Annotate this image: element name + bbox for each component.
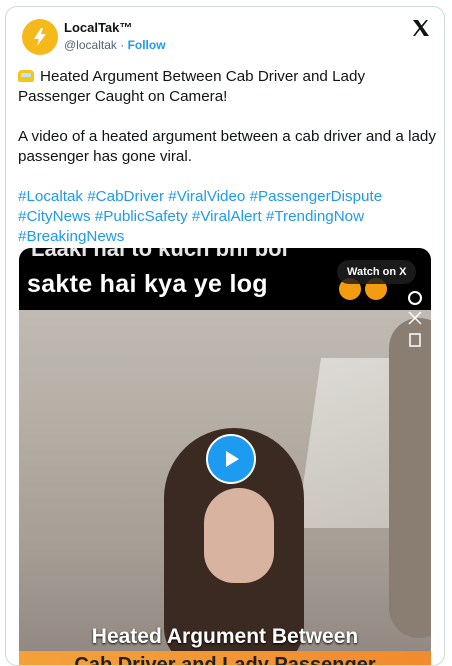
display-name[interactable]: LocalTak™ bbox=[64, 20, 166, 36]
car-headrest bbox=[389, 318, 431, 638]
video-thumbnail[interactable]: Laaki hai to kuch bhi bol sakte hai kya … bbox=[19, 248, 431, 666]
x-logo-icon[interactable] bbox=[410, 17, 432, 39]
overlay-icons bbox=[405, 290, 425, 365]
play-icon[interactable] bbox=[206, 434, 256, 484]
hashtags[interactable]: #Localtak #CabDriver #ViralVideo #Passen… bbox=[18, 187, 438, 247]
top-caption-cut: Laaki hai to kuch bhi bol bbox=[31, 248, 288, 261]
follow-link[interactable]: Follow bbox=[128, 38, 166, 52]
tweet-header: LocalTak™ @localtak · Follow bbox=[6, 7, 444, 63]
bottom-caption-cut: Cab Driver and Lady Passenger bbox=[74, 654, 376, 666]
taxi-emoji-icon bbox=[18, 70, 34, 82]
avatar[interactable] bbox=[22, 19, 58, 55]
tweet-headline: Heated Argument Between Cab Driver and L… bbox=[18, 68, 366, 105]
tweet-body: A video of a heated argument between a c… bbox=[18, 128, 436, 165]
top-caption: sakte hai kya ye log bbox=[27, 270, 268, 298]
passenger-face bbox=[204, 488, 274, 583]
watch-on-x-button[interactable]: Watch on X bbox=[337, 260, 417, 284]
separator: · bbox=[120, 38, 125, 52]
bottom-caption: Heated Argument Between bbox=[91, 625, 359, 648]
tweet-text: Heated Argument Between Cab Driver and L… bbox=[18, 67, 438, 247]
lightning-bolt-logo bbox=[34, 28, 46, 46]
tweet-card: LocalTak™ @localtak · Follow Heated Argu… bbox=[5, 6, 445, 666]
handle[interactable]: @localtak bbox=[64, 38, 117, 52]
